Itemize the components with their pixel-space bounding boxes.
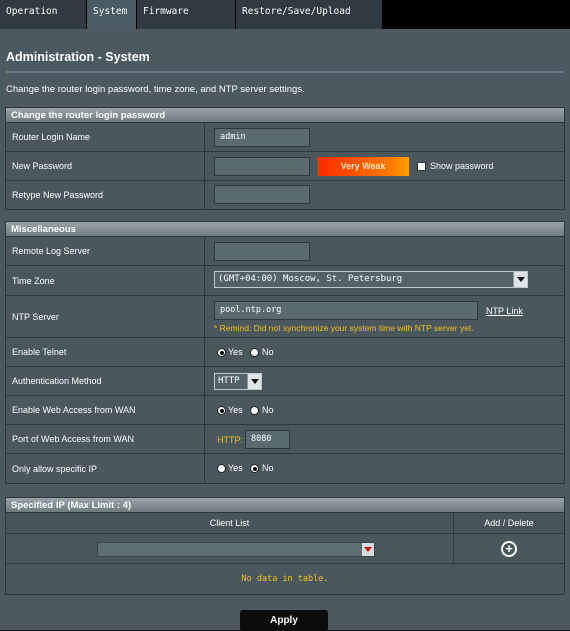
empty-table-message: No data in table.: [6, 564, 564, 594]
remote-log-row: Remote Log Server: [6, 237, 564, 266]
content-panel: Administration - System Change the route…: [0, 29, 570, 631]
tab-operation-mode[interactable]: Operation Mode: [0, 0, 87, 40]
telnet-no-label: No: [262, 347, 274, 357]
telnet-yes-label: Yes: [228, 347, 243, 357]
show-password-label: Show password: [430, 161, 494, 171]
tab-bar: Operation Mode System Firmware Upgrade R…: [0, 0, 570, 40]
login-password-section: Change the router login password Router …: [5, 107, 565, 210]
specified-ip-section: Specified IP (Max Limit : 4) Client List…: [5, 497, 565, 595]
login-name-label: Router Login Name: [6, 123, 205, 151]
tab-restore-save-upload[interactable]: Restore/Save/Upload Setting: [236, 0, 383, 40]
add-delete-column-header: Add / Delete: [484, 518, 534, 528]
wan-port-input[interactable]: 8080: [245, 430, 290, 449]
client-list-select[interactable]: [97, 542, 375, 557]
plus-circle-icon: +: [505, 541, 513, 556]
auth-method-value: HTTP: [218, 376, 240, 386]
wan-port-prefix: HTTP:: [217, 435, 243, 445]
chevron-down-icon: [247, 374, 261, 389]
wan-access-no-label: No: [262, 405, 274, 415]
specific-ip-label: Only allow specific IP: [6, 454, 205, 483]
page-title: Administration - System: [6, 50, 150, 64]
specific-ip-yes-label: Yes: [228, 463, 243, 473]
specified-ip-input-row: +: [6, 534, 564, 564]
specific-ip-no-label: No: [262, 463, 274, 473]
chevron-down-icon: [362, 543, 374, 556]
password-strength-meter: Very Weak: [317, 157, 409, 176]
time-zone-value: (GMT+04:00) Moscow, St. Petersburg: [218, 274, 403, 284]
apply-button[interactable]: Apply: [240, 610, 328, 631]
ntp-server-input[interactable]: pool.ntp.org: [214, 301, 478, 320]
specific-ip-yes-radio[interactable]: [217, 464, 226, 473]
wan-port-label: Port of Web Access from WAN: [6, 425, 205, 453]
wan-port-row: Port of Web Access from WAN HTTP: 8080: [6, 425, 564, 454]
telnet-row: Enable Telnet Yes No: [6, 338, 564, 367]
login-name-input[interactable]: admin: [214, 128, 310, 147]
title-divider: [6, 71, 564, 73]
specific-ip-row: Only allow specific IP Yes No: [6, 454, 564, 483]
remote-log-input[interactable]: [214, 242, 310, 261]
retype-password-label: Retype New Password: [6, 181, 205, 209]
auth-method-select[interactable]: HTTP: [214, 373, 262, 390]
wan-access-label: Enable Web Access from WAN: [6, 396, 205, 424]
client-list-column-header: Client List: [6, 513, 454, 534]
login-name-row: Router Login Name admin: [6, 123, 564, 152]
time-zone-label: Time Zone: [6, 266, 205, 295]
tab-system[interactable]: System: [87, 0, 137, 29]
specified-ip-table-header: Client List Add / Delete: [6, 513, 564, 534]
show-password-checkbox[interactable]: [417, 162, 426, 171]
auth-method-label: Authentication Method: [6, 367, 205, 395]
wan-access-no-radio[interactable]: [250, 406, 259, 415]
ntp-server-label: NTP Server: [6, 296, 205, 337]
wan-access-yes-radio[interactable]: [217, 406, 226, 415]
specific-ip-no-radio[interactable]: [250, 464, 259, 473]
telnet-no-radio[interactable]: [250, 348, 259, 357]
new-password-input[interactable]: [214, 157, 310, 176]
miscellaneous-section: Miscellaneous Remote Log Server Time Zon…: [5, 221, 565, 484]
telnet-label: Enable Telnet: [6, 338, 205, 366]
auth-method-row: Authentication Method HTTP: [6, 367, 564, 396]
retype-password-input[interactable]: [214, 185, 310, 204]
ntp-link[interactable]: NTP Link: [486, 306, 523, 316]
time-zone-row: Time Zone (GMT+04:00) Moscow, St. Peters…: [6, 266, 564, 296]
telnet-yes-radio[interactable]: [217, 348, 226, 357]
new-password-label: New Password: [6, 152, 205, 180]
ntp-server-row: NTP Server pool.ntp.org NTP Link * Remin…: [6, 296, 564, 338]
retype-password-row: Retype New Password: [6, 181, 564, 209]
misc-section-header: Miscellaneous: [6, 222, 564, 237]
chevron-down-icon: [513, 272, 527, 287]
tab-firmware-upgrade[interactable]: Firmware Upgrade: [137, 0, 236, 40]
specified-ip-header: Specified IP (Max Limit : 4): [6, 498, 564, 513]
add-client-button[interactable]: +: [501, 541, 517, 557]
page-description: Change the router login password, time z…: [6, 84, 305, 95]
time-zone-select[interactable]: (GMT+04:00) Moscow, St. Petersburg: [214, 271, 528, 288]
wan-access-yes-label: Yes: [228, 405, 243, 415]
ntp-remind-text: * Remind: Did not synchronize your syste…: [214, 323, 474, 333]
new-password-row: New Password Very Weak Show password: [6, 152, 564, 181]
remote-log-label: Remote Log Server: [6, 237, 205, 265]
login-section-header: Change the router login password: [6, 108, 564, 123]
wan-access-row: Enable Web Access from WAN Yes No: [6, 396, 564, 425]
